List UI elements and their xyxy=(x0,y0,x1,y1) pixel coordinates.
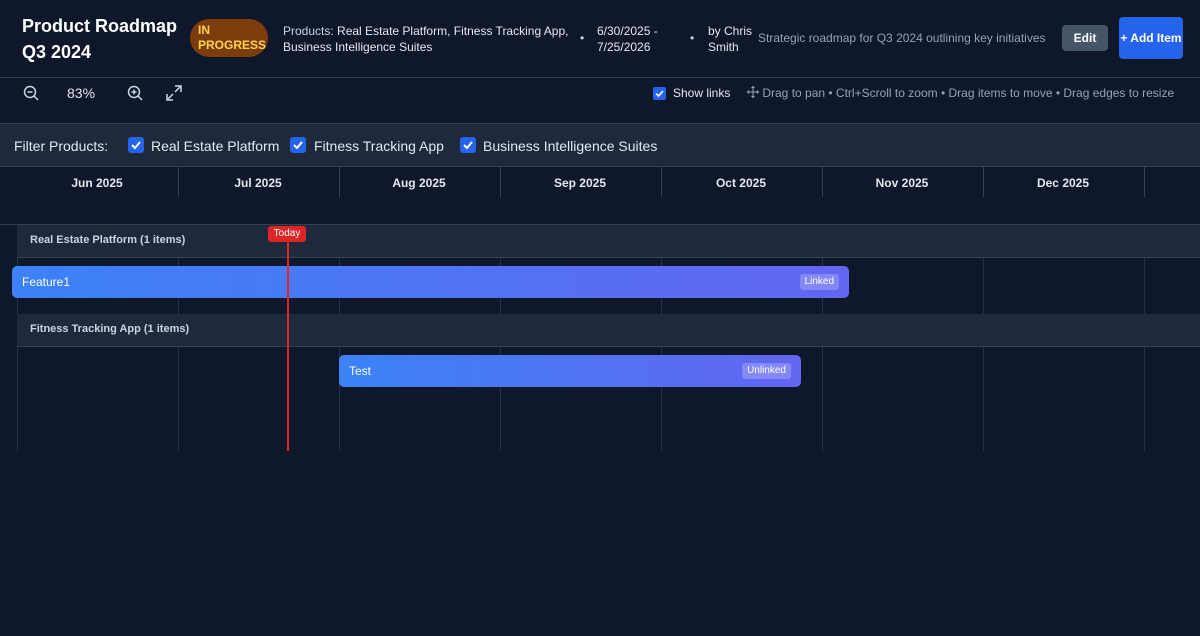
zoom-out-icon[interactable] xyxy=(22,84,40,102)
interaction-hint: Drag to pan • Ctrl+Scroll to zoom • Drag… xyxy=(746,85,1175,100)
month-divider xyxy=(178,167,179,197)
filter-label: Filter Products: xyxy=(14,138,109,154)
timeline-toolbar: 83% Show links Drag to pan • Ctrl+Scroll… xyxy=(0,78,1200,124)
month-label: Jul 2025 xyxy=(234,176,282,190)
status-badge: IN PROGRESS xyxy=(190,19,268,57)
checkmark-icon xyxy=(293,141,303,150)
move-icon xyxy=(746,85,760,99)
zoom-in-icon[interactable] xyxy=(126,84,144,102)
month-divider xyxy=(661,167,662,197)
group-header-fitness: Fitness Tracking App (1 items) xyxy=(17,314,1200,347)
edit-button[interactable]: Edit xyxy=(1062,25,1108,51)
show-links-label: Show links xyxy=(673,86,731,100)
add-item-button[interactable]: + Add Item xyxy=(1119,17,1183,59)
filter-label-fitness[interactable]: Fitness Tracking App xyxy=(314,138,444,154)
today-marker-label: Today xyxy=(268,226,306,242)
month-divider xyxy=(1144,167,1145,197)
expand-icon[interactable] xyxy=(165,84,183,102)
filter-checkbox-bi[interactable] xyxy=(460,137,476,153)
products-summary: Products: Real Estate Platform, Fitness … xyxy=(283,23,573,55)
link-status-badge: Unlinked xyxy=(742,363,791,379)
timeline-grid[interactable]: Real Estate Platform (1 items) Feature1 … xyxy=(0,225,1200,451)
page-title: Product Roadmap Q3 2024 xyxy=(22,16,178,62)
show-links-checkbox[interactable] xyxy=(653,87,666,100)
hint-text: Drag to pan • Ctrl+Scroll to zoom • Drag… xyxy=(762,86,1175,100)
month-label: Aug 2025 xyxy=(392,176,446,190)
checkmark-icon xyxy=(655,90,664,98)
roadmap-item-feature1[interactable]: Feature1 Linked xyxy=(12,266,849,298)
month-label: Sep 2025 xyxy=(553,176,607,190)
month-header: Jun 2025 Jul 2025 Aug 2025 Sep 2025 Oct … xyxy=(0,167,1200,225)
zoom-level: 83% xyxy=(67,85,96,101)
roadmap-header: Product Roadmap Q3 2024 IN PROGRESS Prod… xyxy=(0,0,1200,78)
checkmark-icon xyxy=(131,141,141,150)
month-divider xyxy=(983,167,984,197)
item-label: Feature1 xyxy=(22,275,71,289)
filter-checkbox-fitness[interactable] xyxy=(290,137,306,153)
separator-dot: • xyxy=(690,31,695,45)
filter-label-real-estate[interactable]: Real Estate Platform xyxy=(151,138,279,154)
filter-label-bi[interactable]: Business Intelligence Suites xyxy=(483,138,657,154)
month-divider xyxy=(822,167,823,197)
month-label: Dec 2025 xyxy=(1036,176,1090,190)
separator-dot: • xyxy=(580,31,585,45)
group-title: Real Estate Platform (1 items) xyxy=(30,234,186,246)
month-label: Nov 2025 xyxy=(875,176,929,190)
roadmap-item-test[interactable]: Test Unlinked xyxy=(339,355,801,387)
month-label: Oct 2025 xyxy=(715,176,767,190)
link-status-badge: Linked xyxy=(799,274,839,290)
group-title: Fitness Tracking App (1 items) xyxy=(30,323,190,335)
item-label: Test xyxy=(349,364,372,378)
date-range: 6/30/2025 - 7/25/2026 xyxy=(597,24,658,54)
month-divider xyxy=(339,167,340,197)
filter-checkbox-real-estate[interactable] xyxy=(128,137,144,153)
roadmap-description: Strategic roadmap for Q3 2024 outlining … xyxy=(758,31,1046,45)
products-label: Products: xyxy=(283,24,334,38)
today-marker-line xyxy=(287,238,289,451)
group-header-real-estate: Real Estate Platform (1 items) xyxy=(17,225,1200,258)
checkmark-icon xyxy=(463,141,473,150)
month-divider xyxy=(500,167,501,197)
month-label: Jun 2025 xyxy=(71,176,123,190)
product-filter-bar: Filter Products: Real Estate Platform Fi… xyxy=(0,124,1200,167)
